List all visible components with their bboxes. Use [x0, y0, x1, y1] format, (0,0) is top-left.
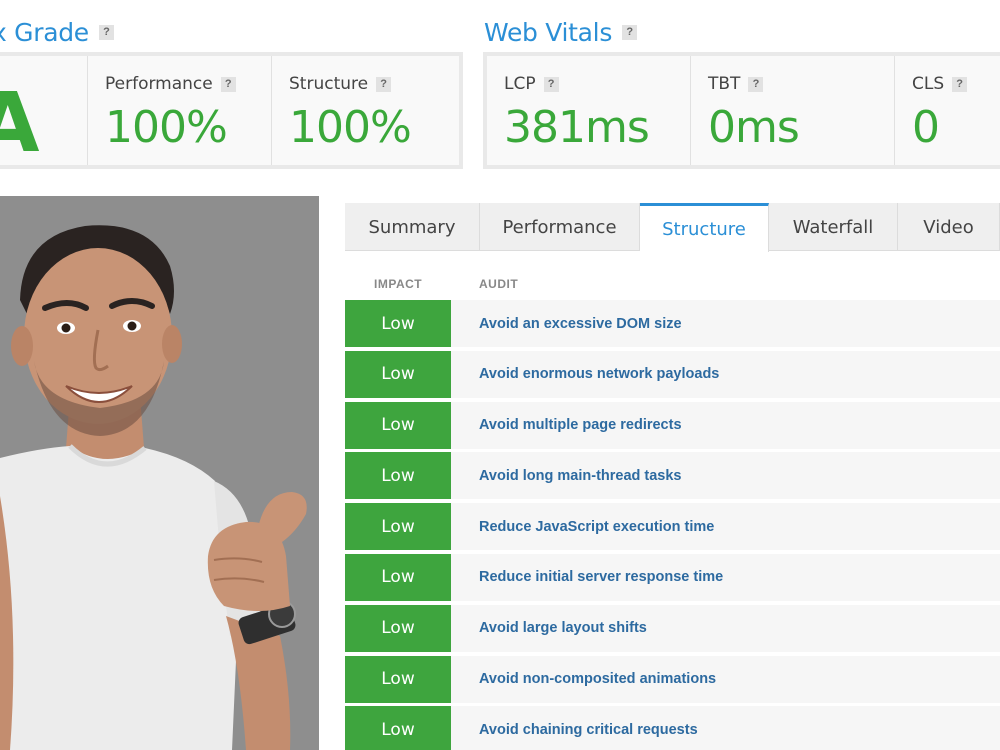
grade-letter: A	[0, 76, 40, 171]
table-row[interactable]: Low Avoid non-composited animations	[345, 655, 1000, 703]
impact-badge: Low	[345, 706, 451, 750]
lcp-value: 381ms	[504, 102, 650, 153]
impact-column-header: IMPACT	[374, 277, 423, 291]
tab-summary[interactable]: Summary	[345, 203, 480, 251]
vitals-card-row: LCP ? 381ms TBT ? 0ms CLS ? 0	[483, 52, 1000, 169]
performance-score-card: Performance ? 100%	[88, 56, 272, 165]
help-icon[interactable]: ?	[622, 25, 638, 40]
person-thumbs-up-illustration	[0, 196, 319, 750]
lcp-card: LCP ? 381ms	[487, 56, 691, 165]
audit-link[interactable]: Avoid an excessive DOM size	[451, 300, 1000, 347]
grade-letter-card: A	[0, 56, 88, 171]
impact-badge: Low	[345, 401, 451, 449]
audit-link[interactable]: Avoid long main-thread tasks	[451, 452, 1000, 499]
tab-performance[interactable]: Performance	[480, 203, 640, 251]
structure-label: Structure ?	[289, 74, 392, 94]
impact-badge: Low	[345, 300, 451, 347]
table-row[interactable]: Low Reduce initial server response time	[345, 553, 1000, 601]
audit-link[interactable]: Reduce initial server response time	[451, 554, 1000, 601]
impact-badge: Low	[345, 503, 451, 551]
audit-link[interactable]: Avoid enormous network payloads	[451, 351, 1000, 398]
tbt-card: TBT ? 0ms	[691, 56, 895, 165]
report-tabs: Summary Performance Structure Waterfall …	[345, 203, 1000, 252]
table-row[interactable]: Low Avoid large layout shifts	[345, 604, 1000, 652]
audit-link[interactable]: Avoid non-composited animations	[451, 656, 1000, 703]
audit-list: Low Avoid an excessive DOM size Low Avoi…	[345, 300, 1000, 750]
cls-label-text: CLS	[912, 74, 945, 94]
tbt-label: TBT ?	[708, 74, 764, 94]
structure-value: 100%	[289, 102, 412, 153]
lcp-label: LCP ?	[504, 74, 559, 94]
impact-badge: Low	[345, 452, 451, 500]
lcp-label-text: LCP	[504, 74, 536, 94]
performance-label: Performance ?	[105, 74, 236, 94]
vitals-title-text: Web Vitals	[484, 18, 613, 47]
performance-label-text: Performance	[105, 74, 213, 94]
table-row[interactable]: Low Avoid chaining critical requests	[345, 706, 1000, 750]
help-icon[interactable]: ?	[952, 76, 968, 92]
impact-badge: Low	[345, 604, 451, 652]
cls-card: CLS ? 0	[895, 56, 1000, 165]
impact-badge: Low	[345, 350, 451, 398]
tbt-label-text: TBT	[708, 74, 741, 94]
table-row[interactable]: Low Reduce JavaScript execution time	[345, 503, 1000, 551]
structure-score-card: Structure ? 100%	[272, 56, 459, 165]
table-row[interactable]: Low Avoid an excessive DOM size	[345, 300, 1000, 347]
audit-link[interactable]: Reduce JavaScript execution time	[451, 503, 1000, 550]
cls-value: 0	[912, 102, 940, 153]
audit-link[interactable]: Avoid multiple page redirects	[451, 402, 1000, 449]
tab-structure[interactable]: Structure	[640, 203, 769, 252]
cls-label: CLS ?	[912, 74, 968, 94]
grade-title-text: x Grade	[0, 18, 89, 47]
tab-waterfall[interactable]: Waterfall	[769, 203, 898, 251]
impact-badge: Low	[345, 553, 451, 601]
help-icon[interactable]: ?	[376, 76, 392, 92]
table-row[interactable]: Low Avoid long main-thread tasks	[345, 452, 1000, 500]
vitals-section-title: Web Vitals ?	[484, 18, 638, 47]
table-row[interactable]: Low Avoid enormous network payloads	[345, 350, 1000, 398]
impact-badge: Low	[345, 655, 451, 703]
help-icon[interactable]: ?	[748, 76, 764, 92]
audit-link[interactable]: Avoid chaining critical requests	[451, 706, 1000, 750]
audit-link[interactable]: Avoid large layout shifts	[451, 605, 1000, 652]
help-icon[interactable]: ?	[543, 76, 559, 92]
audit-column-header: AUDIT	[479, 277, 519, 291]
help-icon[interactable]: ?	[220, 76, 236, 92]
grade-card-row: A Performance ? 100% Structure ? 100%	[0, 52, 463, 171]
person-photo	[0, 196, 319, 750]
grade-section-title: x Grade ?	[0, 18, 114, 47]
performance-value: 100%	[105, 102, 228, 153]
tab-video[interactable]: Video	[898, 203, 1000, 251]
tbt-value: 0ms	[708, 102, 800, 153]
table-row[interactable]: Low Avoid multiple page redirects	[345, 401, 1000, 449]
help-icon[interactable]: ?	[98, 25, 114, 40]
structure-label-text: Structure	[289, 74, 369, 94]
